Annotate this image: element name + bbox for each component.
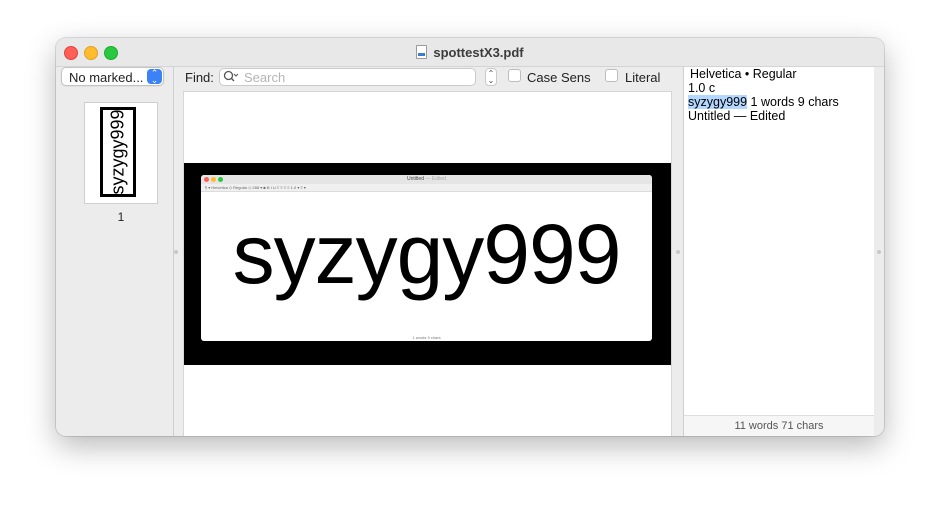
search-input[interactable] xyxy=(244,69,469,85)
embedded-title-text: Untitled xyxy=(407,176,424,182)
embedded-textedit-window: Untitled — Edited ¶ ▾ Helvetica ◇ Regula… xyxy=(201,175,652,341)
pdf-page[interactable]: Untitled — Edited ¶ ▾ Helvetica ◇ Regula… xyxy=(184,92,671,436)
embedded-screenshot-background: Untitled — Edited ¶ ▾ Helvetica ◇ Regula… xyxy=(184,163,671,365)
literal-checkbox[interactable] xyxy=(605,69,618,82)
case-sensitive-label: Case Sens xyxy=(527,70,591,85)
right-edge-gutter xyxy=(874,67,884,436)
title-group: spottestX3.pdf xyxy=(56,38,884,66)
selection-count: 1 words 9 chars xyxy=(750,95,839,109)
find-bar: Find: ⌃⌄ Case Sens Literal xyxy=(174,67,682,90)
marked-pages-popup-label: No marked... xyxy=(69,70,144,85)
right-splitter-handle[interactable] xyxy=(877,250,881,254)
page-thumbnail[interactable]: syzygy999 xyxy=(85,103,157,203)
embedded-title-bar: Untitled — Edited xyxy=(201,175,652,184)
popup-chevron-icon: ⌃ ⌄ xyxy=(147,68,162,84)
find-next-previous-stepper[interactable]: ⌃ ⌄ xyxy=(485,68,497,86)
spacing-info: 1.0 c xyxy=(688,81,716,95)
literal-label: Literal xyxy=(625,70,661,85)
find-label: Find: xyxy=(185,70,214,85)
title-bar: spottestX3.pdf xyxy=(56,38,884,67)
info-pane: Helvetica • Regular 1.0 c syzygy999 1 wo… xyxy=(683,67,874,436)
window-title: spottestX3.pdf xyxy=(433,44,524,60)
selected-text-line: syzygy999 1 words 9 chars xyxy=(688,95,839,109)
embedded-window-title: Untitled — Edited xyxy=(201,176,652,182)
embedded-title-suffix: — Edited xyxy=(425,176,446,182)
thumbnail-sidebar: No marked... ⌃ ⌄ syzygy999 1 xyxy=(56,67,174,436)
document-word-count: 11 words 71 chars xyxy=(684,415,874,436)
document-main-text: syzygy999 xyxy=(232,207,622,301)
case-sensitive-checkbox[interactable] xyxy=(508,69,521,82)
search-icon[interactable] xyxy=(223,70,239,84)
pdf-document-icon xyxy=(416,45,428,59)
document-area: Find: ⌃⌄ Case Sens Literal xyxy=(174,67,682,436)
font-info: Helvetica • Regular xyxy=(690,67,797,81)
document-name-info: Untitled — Edited xyxy=(688,109,786,123)
thumbnail-page-number: 1 xyxy=(117,210,125,224)
app-window: spottestX3.pdf No marked... ⌃ ⌄ syzygy999… xyxy=(56,38,884,436)
info-splitter-handle[interactable] xyxy=(676,250,680,254)
thumbnail-text: syzygy999 xyxy=(107,109,128,195)
highlighted-text[interactable]: syzygy999 xyxy=(688,95,748,109)
sidebar-splitter-handle[interactable] xyxy=(174,250,178,254)
embedded-word-count: 1 words 9 chars xyxy=(412,335,441,340)
thumbnail-frame: syzygy999 xyxy=(100,107,136,197)
marked-pages-popup[interactable]: No marked... ⌃ ⌄ xyxy=(61,67,164,86)
search-field[interactable] xyxy=(219,68,476,86)
